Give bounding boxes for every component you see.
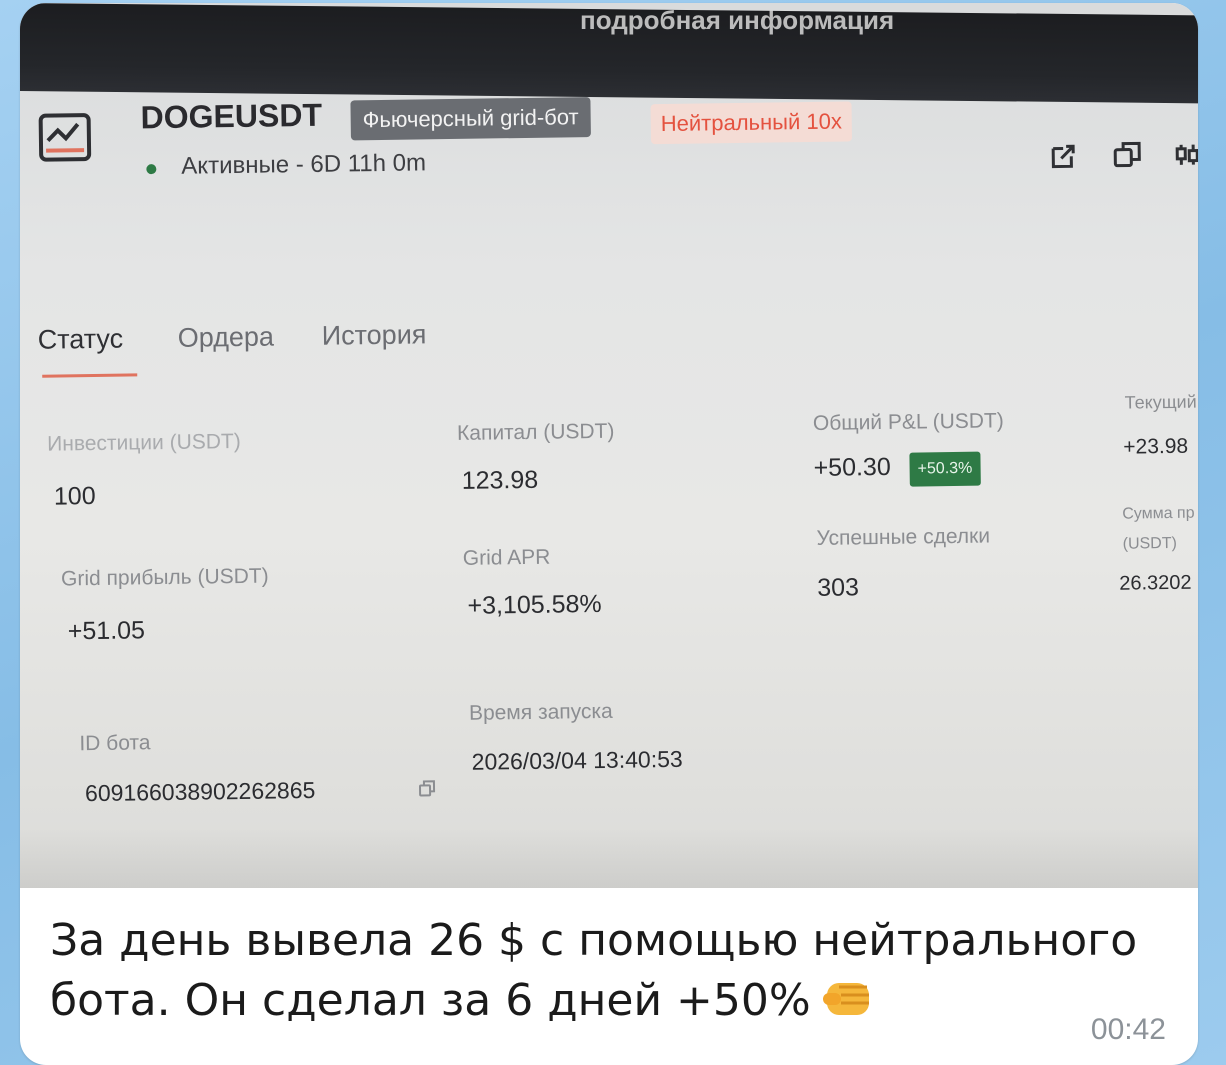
total-pnl-badge: +50.3% (909, 451, 981, 487)
copy-bot-icon[interactable] (1111, 139, 1143, 171)
grid-apr-label: Grid APR (462, 545, 551, 570)
total-pnl-value: +50.30 (813, 452, 891, 482)
message-text: За день вывела 26 $ с помощью нейтрально… (50, 911, 1180, 1031)
capital-value: 123.98 (461, 465, 539, 495)
page-heading: подробная информация (580, 5, 895, 35)
launch-time-value: 2026/03/04 13:40:53 (471, 745, 683, 775)
tab-orders[interactable]: Ордера (178, 321, 275, 353)
message-time: 00:42 (1090, 1013, 1166, 1046)
successful-trades-label: Успешные сделки (816, 524, 991, 550)
current-value: +23.98 (1123, 434, 1189, 459)
sum-label-line2: (USDT) (1122, 534, 1178, 553)
copy-id-icon[interactable] (418, 779, 436, 797)
status-dot (146, 164, 157, 175)
active-tab-underline (42, 373, 138, 378)
investment-label: Инвестиции (USDT) (47, 429, 241, 456)
share-icon[interactable] (1047, 140, 1079, 172)
current-label: Текущий (1124, 391, 1197, 413)
sum-label-line1: Сумма пр (1122, 504, 1195, 523)
bot-symbol: DOGEUSDT (140, 96, 323, 136)
message-photo[interactable]: подробная информация DOGEUSDT Фьючерсный… (20, 3, 1198, 888)
grid-apr-value: +3,105.58% (467, 589, 602, 620)
grid-profit-label: Grid прибыль (USDT) (60, 564, 269, 591)
successful-trades-value: 303 (817, 573, 860, 602)
capital-label: Капитал (USDT) (456, 419, 615, 445)
bot-mode-tag: Нейтральный 10x (650, 101, 853, 145)
bot-id-label: ID бота (79, 731, 151, 756)
tab-status[interactable]: Статус (38, 324, 124, 356)
grid-profit-value: +51.05 (67, 616, 146, 646)
adjust-icon[interactable] (1171, 138, 1198, 170)
launch-time-label: Время запуска (468, 699, 613, 725)
tab-history[interactable]: История (321, 319, 426, 351)
grid-bot-icon (38, 113, 92, 162)
message-caption: За день вывела 26 $ с помощью нейтрально… (50, 915, 1138, 1026)
investment-value: 100 (53, 481, 96, 511)
message-bubble[interactable]: подробная информация DOGEUSDT Фьючерсный… (20, 3, 1198, 1065)
photo-bottom-shade (20, 828, 1198, 888)
sum-value: 26.3202 (1119, 571, 1192, 595)
fist-emoji-icon (822, 983, 869, 1015)
bot-details-screen: DOGEUSDT Фьючерсный grid-бот Нейтральный… (20, 57, 1198, 888)
bot-type-tag: Фьючерсный grid-бот (350, 97, 591, 141)
bot-status: Активные - 6D 11h 0m (181, 149, 427, 180)
total-pnl-label: Общий P&L (USDT) (812, 409, 1004, 435)
bot-id-value: 609166038902262865 (84, 776, 316, 807)
